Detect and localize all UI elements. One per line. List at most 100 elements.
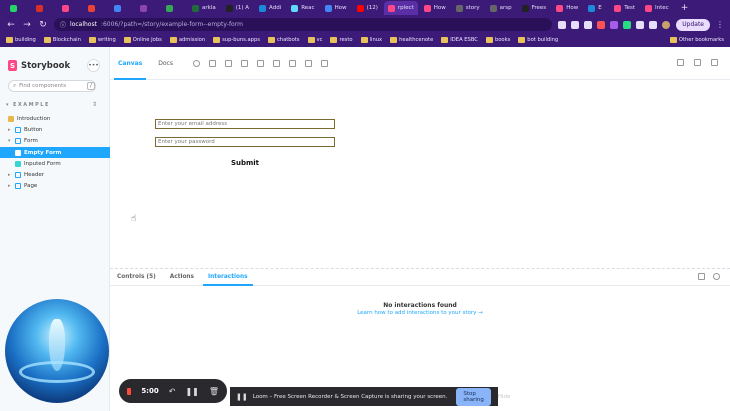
- webcam-bubble[interactable]: [5, 299, 109, 403]
- puzzle-icon[interactable]: [636, 20, 645, 29]
- hide-button[interactable]: Hide: [498, 394, 511, 400]
- update-button[interactable]: Update: [676, 18, 710, 31]
- submit-button[interactable]: Submit: [155, 156, 335, 170]
- reload-story-icon[interactable]: [192, 59, 200, 67]
- extension-icon[interactable]: [610, 20, 619, 29]
- browser-tab[interactable]: (12): [353, 1, 382, 15]
- settings-menu-button[interactable]: •••: [87, 59, 100, 72]
- extension-icon[interactable]: [623, 20, 632, 29]
- sidebar-item-header[interactable]: ▸ Header: [0, 169, 110, 180]
- storybook-logo[interactable]: S Storybook: [8, 60, 70, 71]
- bookmark-folder[interactable]: Online Jobs: [123, 37, 162, 43]
- extension-icon[interactable]: [597, 20, 606, 29]
- browser-tab[interactable]: Frees: [518, 1, 551, 15]
- browser-tab[interactable]: [84, 1, 108, 15]
- folder-icon: [518, 37, 526, 43]
- forward-icon[interactable]: →: [22, 20, 32, 30]
- background-icon[interactable]: [256, 59, 264, 67]
- browser-tab[interactable]: rplect: [383, 1, 418, 15]
- pause-icon[interactable]: ❚❚: [185, 387, 198, 396]
- bookmark-folder[interactable]: books: [485, 37, 510, 43]
- browser-tab[interactable]: arsp: [486, 1, 516, 15]
- bookmark-folder[interactable]: bot building: [518, 37, 558, 43]
- bookmark-folder[interactable]: resto: [330, 37, 353, 43]
- favicon-icon: [291, 4, 299, 12]
- sidebar-item-form[interactable]: ▾ Form: [0, 136, 110, 147]
- search-input[interactable]: ⌕ Find components: [8, 80, 96, 92]
- bookmark-folder[interactable]: admission: [169, 37, 205, 43]
- zoom-in-icon[interactable]: [208, 59, 216, 67]
- restart-icon[interactable]: ↶: [169, 387, 176, 396]
- copy-link-icon[interactable]: [711, 59, 718, 66]
- reload-icon[interactable]: ↻: [38, 20, 48, 30]
- new-tab-button[interactable]: +: [681, 3, 689, 13]
- tab-interactions[interactable]: Interactions: [201, 269, 255, 286]
- search-placeholder: Find components: [19, 83, 67, 89]
- browser-tab[interactable]: Addi: [255, 1, 285, 15]
- share-icon[interactable]: [571, 20, 580, 29]
- browser-tab[interactable]: Test: [610, 1, 639, 15]
- browser-tab[interactable]: How: [321, 1, 351, 15]
- browser-tab[interactable]: [32, 1, 56, 15]
- sidebar-item-introduction[interactable]: Introduction: [0, 113, 110, 124]
- panel-position-icon[interactable]: [698, 273, 705, 280]
- bookmark-folder[interactable]: building: [6, 37, 36, 43]
- grid-icon[interactable]: [272, 59, 280, 67]
- avatar[interactable]: [662, 20, 671, 29]
- browser-tab[interactable]: How: [552, 1, 582, 15]
- browser-tab[interactable]: [162, 1, 186, 15]
- email-field[interactable]: Enter your email address: [155, 119, 335, 129]
- browser-tab[interactable]: (1) A: [222, 1, 253, 15]
- bookmark-folder[interactable]: chatbots: [267, 37, 300, 43]
- zoom-reset-icon[interactable]: [240, 59, 248, 67]
- browser-tab[interactable]: Intec: [641, 1, 673, 15]
- bookmark-folder[interactable]: IDEA ESBC: [441, 37, 478, 43]
- bookmark-folder[interactable]: linux: [360, 37, 382, 43]
- browser-tab[interactable]: [6, 1, 30, 15]
- stop-record-icon[interactable]: [127, 387, 132, 395]
- learn-link[interactable]: Learn how to add interactions to your st…: [110, 310, 730, 316]
- browser-tab[interactable]: Reac: [287, 1, 318, 15]
- open-new-tab-icon[interactable]: [694, 59, 701, 66]
- recording-timer: 5:00: [141, 387, 159, 395]
- browser-tab[interactable]: [58, 1, 82, 15]
- address-bar[interactable]: ⓘ localhost:6006/?path=/story/example-fo…: [54, 18, 553, 31]
- star-icon[interactable]: [584, 20, 593, 29]
- group-header[interactable]: ▾ EXAMPLE: [6, 102, 50, 108]
- close-panel-icon[interactable]: [713, 273, 720, 280]
- sidepanel-icon[interactable]: [649, 20, 658, 29]
- password-field[interactable]: Enter your password: [155, 137, 335, 147]
- expand-icon[interactable]: ⇕: [92, 101, 97, 108]
- menu-icon[interactable]: ⋮: [716, 20, 724, 29]
- tab-canvas[interactable]: Canvas: [110, 47, 150, 80]
- fullscreen-icon[interactable]: [677, 59, 684, 66]
- sidebar-item-empty-form[interactable]: Empty Form: [0, 146, 110, 159]
- bookmark-folder[interactable]: vc: [307, 37, 322, 43]
- back-icon[interactable]: ←: [6, 20, 16, 30]
- browser-tab[interactable]: How: [420, 1, 450, 15]
- tab-controls[interactable]: Controls (5): [110, 269, 163, 286]
- sidebar-item-page[interactable]: ▸ Page: [0, 181, 110, 192]
- tab-actions[interactable]: Actions: [163, 269, 201, 286]
- trash-icon[interactable]: 🗑: [209, 387, 219, 396]
- browser-tab[interactable]: story: [452, 1, 484, 15]
- zoom-out-icon[interactable]: [224, 59, 232, 67]
- camera-icon[interactable]: [558, 20, 567, 29]
- bookmark-folder[interactable]: sup-buns.apps: [213, 37, 260, 43]
- browser-tab[interactable]: E: [584, 1, 608, 15]
- viewport-icon[interactable]: [288, 59, 296, 67]
- browser-tab[interactable]: [136, 1, 160, 15]
- bookmark-folder[interactable]: healthcenote: [390, 37, 433, 43]
- bookmark-folder[interactable]: Blockchain: [43, 37, 81, 43]
- sidebar-item-inputed-form[interactable]: Inputed Form: [0, 158, 110, 169]
- bookmark-folder[interactable]: writing: [88, 37, 116, 43]
- bookmark-label: building: [15, 37, 36, 43]
- other-bookmarks[interactable]: Other bookmarks: [669, 37, 724, 43]
- stop-sharing-button[interactable]: Stop sharing: [456, 387, 491, 406]
- tab-docs[interactable]: Docs: [150, 47, 181, 80]
- measure-icon[interactable]: [304, 59, 312, 67]
- sidebar-item-button[interactable]: ▸ Button: [0, 124, 110, 135]
- browser-tab[interactable]: arkla: [188, 1, 220, 15]
- browser-tab[interactable]: [110, 1, 134, 15]
- outline-icon[interactable]: [320, 59, 328, 67]
